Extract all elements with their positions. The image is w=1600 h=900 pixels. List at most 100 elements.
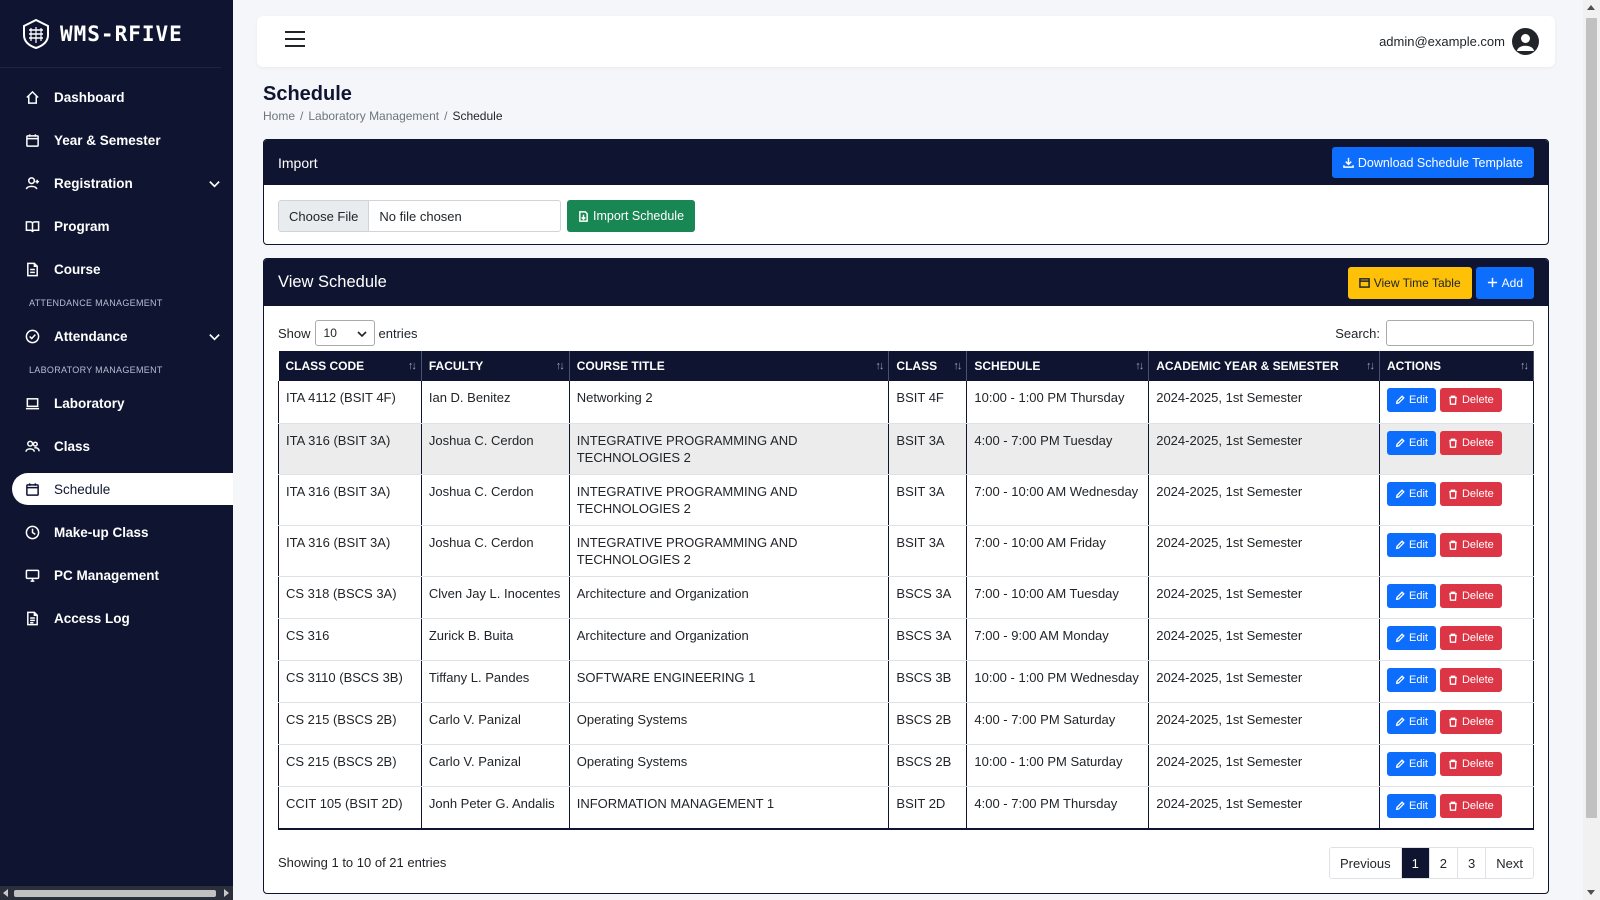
- sidebar-item-program[interactable]: Program: [0, 205, 233, 248]
- table-cell: 7:00 - 10:00 AM Wednesday: [966, 474, 1150, 526]
- edit-button[interactable]: Edit: [1386, 430, 1436, 455]
- user-avatar-icon[interactable]: [1512, 28, 1539, 55]
- column-header-label: CLASS CODE: [285, 359, 365, 373]
- column-header[interactable]: CLASS CODE ↑↓: [278, 351, 422, 381]
- search-input[interactable]: [1386, 320, 1534, 346]
- scroll-right-arrow-icon[interactable]: [224, 889, 229, 897]
- pagination-next[interactable]: Next: [1486, 848, 1533, 878]
- edit-button[interactable]: Edit: [1386, 481, 1436, 506]
- delete-button[interactable]: Delete: [1439, 625, 1502, 650]
- choose-file-button[interactable]: Choose File: [279, 201, 370, 231]
- breadcrumb-home[interactable]: Home: [263, 109, 295, 123]
- edit-button[interactable]: Edit: [1386, 751, 1436, 776]
- actions-cell: Edit Delete: [1379, 702, 1535, 745]
- actions-cell: Edit Delete: [1379, 381, 1535, 424]
- page-vertical-scrollbar[interactable]: [1583, 0, 1600, 900]
- sidebar-item-registration[interactable]: Registration: [0, 162, 233, 205]
- row-actions: Edit Delete: [1386, 430, 1526, 455]
- edit-button[interactable]: Edit: [1386, 709, 1436, 734]
- scrollbar-thumb[interactable]: [1586, 18, 1597, 818]
- table-cell: BSCS 2B: [888, 702, 968, 745]
- table-cell: 10:00 - 1:00 PM Saturday: [966, 744, 1150, 787]
- table-cell: Joshua C. Cerdon: [421, 525, 570, 577]
- edit-button[interactable]: Edit: [1386, 532, 1436, 557]
- sidebar-item-class[interactable]: Class: [0, 425, 233, 468]
- row-actions: Edit Delete: [1386, 667, 1526, 692]
- import-schedule-button[interactable]: Import Schedule: [567, 200, 696, 232]
- edit-button[interactable]: Edit: [1386, 388, 1436, 412]
- column-header[interactable]: CLASS ↑↓: [888, 351, 968, 381]
- entries-select[interactable]: 10: [314, 320, 375, 346]
- table-cell: BSIT 2D: [888, 786, 968, 830]
- file-input[interactable]: Choose File No file chosen: [278, 200, 561, 232]
- table-cell: 4:00 - 7:00 PM Saturday: [966, 702, 1150, 745]
- sidebar-horizontal-scrollbar[interactable]: [0, 886, 233, 900]
- sidebar-item-access-log[interactable]: Access Log: [0, 597, 233, 640]
- column-header[interactable]: COURSE TITLE ↑↓: [569, 351, 890, 381]
- column-header-label: COURSE TITLE: [576, 359, 665, 373]
- sidebar-item-dashboard[interactable]: Dashboard: [0, 76, 233, 119]
- delete-button[interactable]: Delete: [1439, 481, 1502, 506]
- add-schedule-button[interactable]: Add: [1475, 266, 1534, 299]
- scrollbar-thumb[interactable]: [14, 890, 216, 897]
- delete-label: Delete: [1461, 394, 1494, 406]
- table-cell: Ian D. Benitez: [421, 381, 570, 424]
- edit-button[interactable]: Edit: [1386, 667, 1436, 692]
- scroll-up-arrow-icon[interactable]: [1587, 5, 1595, 10]
- delete-button[interactable]: Delete: [1439, 667, 1502, 692]
- delete-label: Delete: [1461, 673, 1494, 686]
- delete-button[interactable]: Delete: [1439, 532, 1502, 557]
- sidebar: WMS-RFIVE Dashboard Year & Semester Regi…: [0, 0, 233, 900]
- user-email[interactable]: admin@example.com: [1379, 34, 1505, 49]
- delete-button[interactable]: Delete: [1439, 793, 1502, 818]
- sidebar-item-label: Dashboard: [54, 90, 125, 105]
- view-time-table-button[interactable]: View Time Table: [1347, 266, 1472, 299]
- home-icon: [24, 90, 40, 106]
- pagination-page[interactable]: 3: [1458, 848, 1487, 878]
- column-header[interactable]: ACADEMIC YEAR & SEMESTER ↑↓: [1148, 351, 1380, 381]
- scroll-down-arrow-icon[interactable]: [1587, 890, 1595, 895]
- download-template-button[interactable]: Download Schedule Template: [1331, 147, 1534, 178]
- table-cell: 2024-2025, 1st Semester: [1148, 660, 1380, 703]
- sidebar-item-year-semester[interactable]: Year & Semester: [0, 119, 233, 162]
- view-schedule-title: View Schedule: [278, 273, 387, 291]
- edit-button[interactable]: Edit: [1386, 625, 1436, 650]
- table-cell: ITA 4112 (BSIT 4F): [278, 381, 422, 424]
- delete-button[interactable]: Delete: [1439, 583, 1502, 608]
- sort-icon: ↑↓: [555, 360, 565, 372]
- column-header[interactable]: FACULTY ↑↓: [421, 351, 570, 381]
- delete-button[interactable]: Delete: [1439, 751, 1502, 776]
- delete-button[interactable]: Delete: [1439, 388, 1502, 412]
- sidebar-item-course[interactable]: Course: [0, 248, 233, 291]
- column-header[interactable]: SCHEDULE ↑↓: [966, 351, 1150, 381]
- sidebar-item-pc-management[interactable]: PC Management: [0, 554, 233, 597]
- table-cell: ITA 316 (BSIT 3A): [278, 525, 422, 577]
- actions-cell: Edit Delete: [1379, 786, 1535, 830]
- table-cell: Operating Systems: [569, 702, 890, 745]
- brand[interactable]: WMS-RFIVE: [0, 0, 221, 68]
- delete-button[interactable]: Delete: [1439, 430, 1502, 455]
- sidebar-item-schedule[interactable]: Schedule: [12, 473, 233, 505]
- edit-label: Edit: [1408, 589, 1428, 602]
- sidebar-item-laboratory[interactable]: Laboratory: [0, 382, 233, 425]
- menu-toggle-icon[interactable]: [285, 31, 305, 49]
- edit-button[interactable]: Edit: [1386, 793, 1436, 818]
- table-cell: 2024-2025, 1st Semester: [1148, 786, 1380, 830]
- table-search: Search:: [1335, 320, 1534, 346]
- breadcrumb-laboratory-management[interactable]: Laboratory Management: [308, 109, 439, 123]
- pagination-page[interactable]: 2: [1429, 848, 1459, 878]
- scroll-left-arrow-icon[interactable]: [3, 889, 8, 897]
- pagination-previous[interactable]: Previous: [1329, 848, 1402, 878]
- row-actions: Edit Delete: [1386, 481, 1526, 506]
- chevron-down-icon: [208, 177, 221, 193]
- file-import-icon: [579, 210, 588, 222]
- sidebar-item-makeup-class[interactable]: Make-up Class: [0, 511, 233, 554]
- edit-button[interactable]: Edit: [1386, 583, 1436, 608]
- sidebar-item-attendance[interactable]: Attendance: [0, 315, 233, 358]
- column-header[interactable]: ACTIONS ↑↓: [1379, 351, 1535, 381]
- entries-label: entries: [378, 325, 418, 341]
- pagination-page[interactable]: 1: [1401, 848, 1430, 878]
- table-cell: Operating Systems: [569, 744, 890, 787]
- pencil-icon: [1395, 632, 1405, 642]
- delete-button[interactable]: Delete: [1439, 709, 1502, 734]
